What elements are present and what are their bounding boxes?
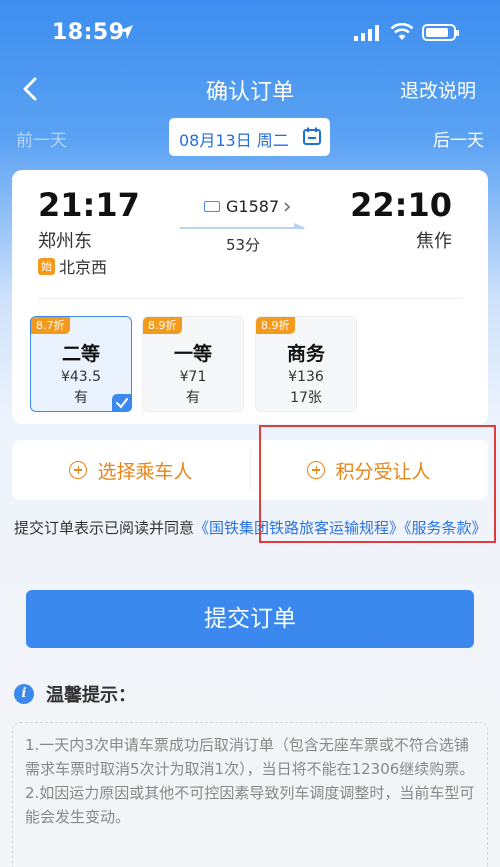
battery-icon: [422, 24, 459, 41]
journey-arrow-icon: [180, 223, 306, 229]
train-number: G1587: [226, 197, 280, 216]
ticket-icon: [204, 201, 220, 212]
trip-duration: 53分: [225, 236, 261, 254]
arrive-time: 22:10: [350, 186, 452, 224]
seat-availability: 17张: [290, 390, 322, 406]
plus-circle-icon: [69, 461, 88, 479]
seat-price: ¥43.5: [60, 369, 102, 385]
refund-change-rules-link[interactable]: 退改说明: [400, 76, 476, 103]
location-arrow-icon: [119, 25, 133, 39]
tips-title: 温馨提示：: [46, 685, 136, 706]
chevron-right-icon: [284, 201, 291, 212]
info-icon: i: [14, 684, 34, 704]
submit-order-button[interactable]: 提交订单: [26, 590, 474, 648]
seat-class: 一等: [173, 343, 212, 365]
depart-time: 21:17: [38, 186, 140, 224]
cellular-signal-icon: [354, 25, 379, 41]
next-day-button[interactable]: 后一天: [433, 126, 484, 151]
discount-badge: 8.9折: [143, 317, 182, 334]
seat-class: 商务: [286, 343, 325, 365]
depart-station: 郑州东: [38, 231, 92, 252]
train-number-section[interactable]: G1587 53分: [178, 194, 308, 254]
checkmark-icon: [112, 394, 132, 412]
status-bar: 18:59: [0, 0, 500, 64]
tips-header: i 温馨提示：: [14, 681, 136, 707]
tips-content: 1.一天内3次申请车票成功后取消订单（包含无座车票或不符合选铺需求车票时取消5次…: [12, 722, 488, 867]
train-info-card: 21:17 郑州东 始 北京西 G1587 53分 22:10 焦作 8.7折 …: [12, 170, 488, 424]
seat-option-business-class[interactable]: 8.9折 商务 ¥136 17张: [255, 316, 357, 412]
rules-link[interactable]: 《国铁集团铁路旅客运输规程》: [194, 519, 404, 537]
select-passenger-label: 选择乘车人: [97, 460, 193, 483]
train-number-link[interactable]: G1587: [204, 197, 292, 216]
prev-day-button[interactable]: 前一天: [16, 126, 67, 151]
seat-price: ¥136: [288, 369, 324, 385]
date-selector: 前一天 08月13日 周二 后一天: [0, 118, 500, 158]
divider: [38, 298, 462, 299]
origin-badge: 始: [38, 257, 55, 275]
selected-date: 08月13日 周二: [179, 131, 289, 150]
tip-item: 1.一天内3次申请车票成功后取消订单（包含无座车票或不符合选铺需求车票时取消5次…: [25, 736, 475, 778]
tip-item: 2.如因运力原因或其他不可控因素导致列车调度调整时，当前车型可能会发生变动。: [25, 784, 475, 826]
date-picker-button[interactable]: 08月13日 周二: [169, 118, 330, 156]
discount-badge: 8.7折: [31, 317, 70, 334]
origin-station: 北京西: [59, 258, 108, 277]
seat-class: 二等: [61, 343, 100, 365]
calendar-icon: [303, 127, 321, 145]
service-terms-link[interactable]: 《服务条款》: [404, 519, 487, 537]
seat-option-first-class[interactable]: 8.9折 一等 ¥71 有: [142, 316, 244, 412]
seat-availability: 有: [186, 390, 200, 406]
seat-option-second-class[interactable]: 8.7折 二等 ¥43.5 有: [30, 316, 132, 412]
origin-station-row: 始 北京西: [38, 254, 107, 278]
agreement-text: 提交订单表示已阅读并同意《国铁集团铁路旅客运输规程》《服务条款》: [14, 514, 488, 542]
seat-price: ¥71: [179, 369, 207, 385]
agreement-prefix: 提交订单表示已阅读并同意: [14, 519, 195, 537]
wifi-icon: [390, 23, 414, 40]
discount-badge: 8.9折: [256, 317, 295, 334]
nav-bar: 确认订单 退改说明: [0, 64, 500, 114]
select-passenger-button[interactable]: 选择乘车人: [12, 440, 250, 500]
arrive-station: 焦作: [416, 231, 452, 252]
status-time: 18:59: [52, 20, 125, 45]
